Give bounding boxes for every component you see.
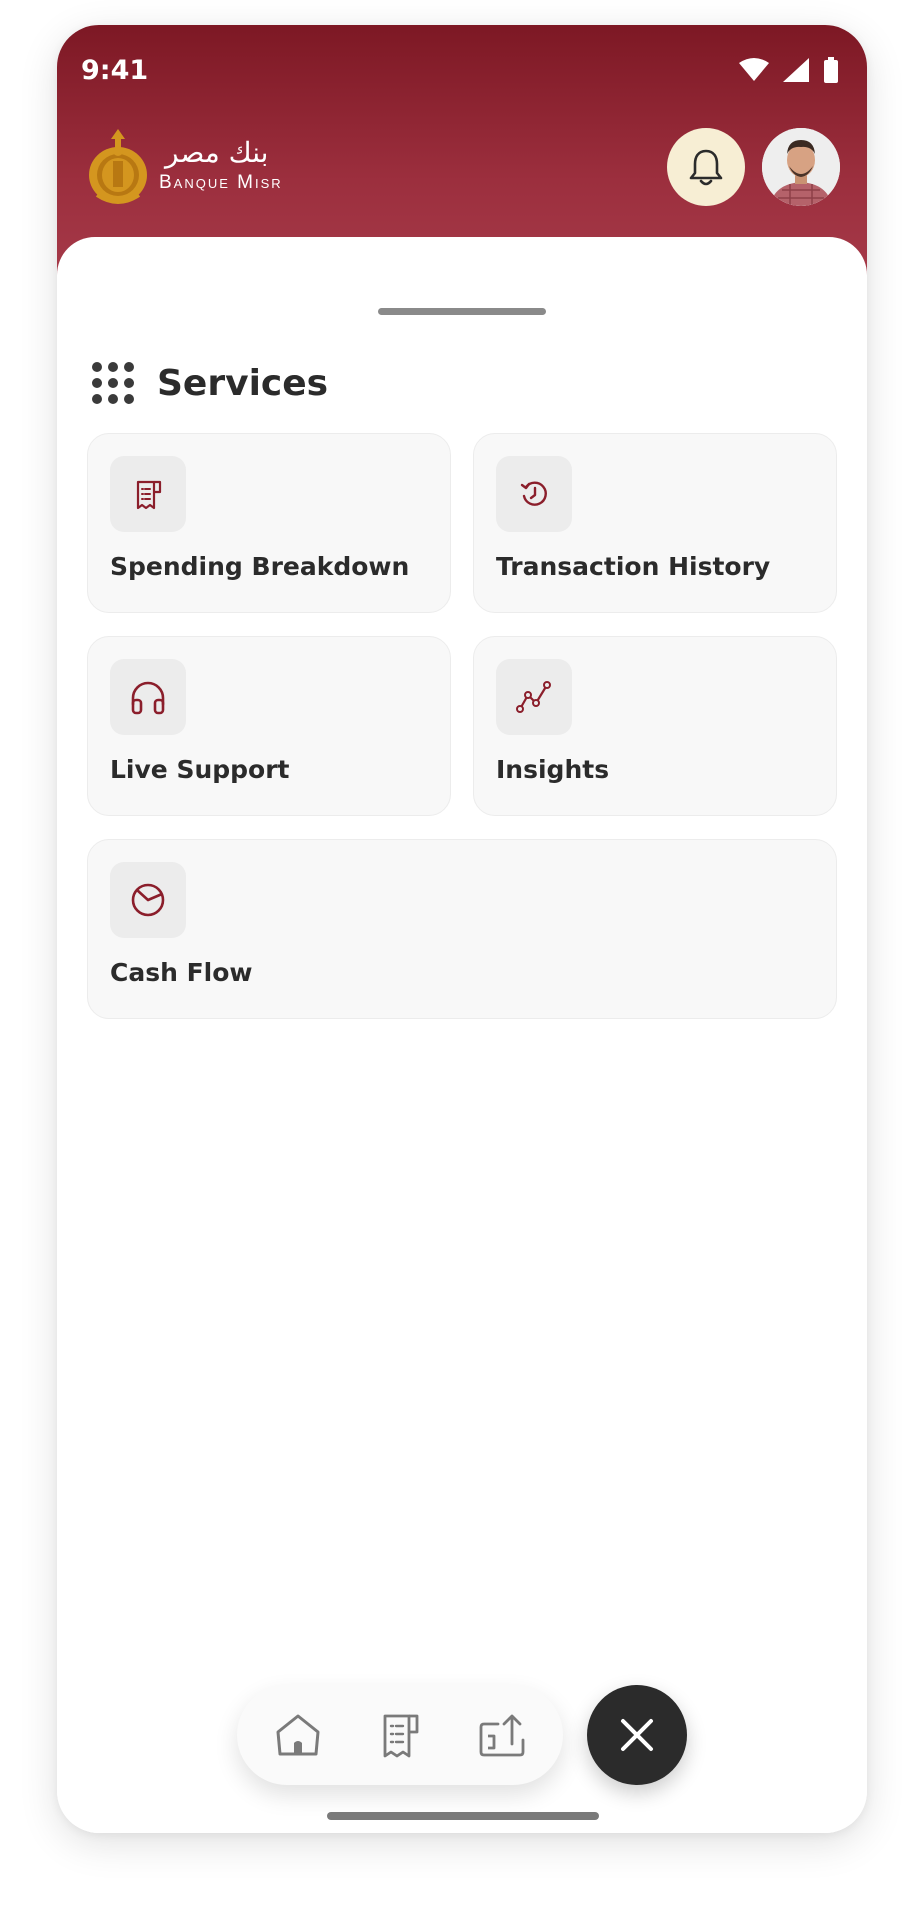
service-card-cash-flow[interactable]: Cash Flow [87,839,837,1019]
services-header: Services [91,361,328,405]
card-label: Cash Flow [110,958,253,987]
card-label: Insights [496,755,610,784]
card-label: Live Support [110,755,290,784]
bell-icon [689,149,723,186]
grid-dots-icon [92,362,134,404]
card-icon-tile [496,456,572,532]
notification-button[interactable] [667,128,745,206]
card-icon-tile [110,659,186,735]
close-button[interactable] [587,1685,687,1785]
phone-frame: 9:41 بنك مصر Banque Misr Services Spendi… [57,25,867,1833]
wifi-icon [739,58,769,81]
headphones-icon [131,681,165,715]
battery-icon [824,57,838,83]
card-label: Transaction History [496,552,771,581]
services-title: Services [157,362,329,404]
sheet-grabber[interactable] [378,308,546,315]
logo-latin-text: Banque Misr [159,171,283,193]
receipt-icon [383,1714,419,1758]
receipt-icon [136,480,162,510]
logo-arabic-text: بنك مصر [165,135,269,169]
service-card-transaction-history[interactable]: Transaction History [473,433,837,613]
close-icon [621,1719,653,1751]
card-label: Spending Breakdown [110,552,410,581]
status-icons [739,57,839,83]
service-card-spending-breakdown[interactable]: Spending Breakdown [87,433,451,613]
nav-transfer[interactable] [467,1700,537,1770]
trend-line-icon [516,681,551,713]
signal-icon [783,58,809,82]
services-sheet: Services Spending Breakdown Transaction … [57,237,867,1833]
service-card-insights[interactable]: Insights [473,636,837,816]
card-icon-tile [110,456,186,532]
bank-logo: بنك مصر Banque Misr [87,125,283,205]
card-icon-tile [110,862,186,938]
logo-text: بنك مصر Banque Misr [159,135,283,193]
transfer-icon [479,1714,525,1757]
home-indicator[interactable] [327,1812,599,1820]
bank-emblem-icon [89,129,147,204]
avatar-photo [762,128,840,206]
nav-home[interactable] [263,1700,333,1770]
pie-chart-icon [131,883,165,917]
nav-transactions[interactable] [365,1700,435,1770]
status-time: 9:41 [81,55,149,86]
history-icon [520,481,547,506]
bottom-navigation [237,1685,563,1785]
service-card-live-support[interactable]: Live Support [87,636,451,816]
card-icon-tile [496,659,572,735]
profile-avatar[interactable] [762,128,840,206]
home-icon [276,1714,320,1756]
status-bar: 9:41 [57,25,867,120]
